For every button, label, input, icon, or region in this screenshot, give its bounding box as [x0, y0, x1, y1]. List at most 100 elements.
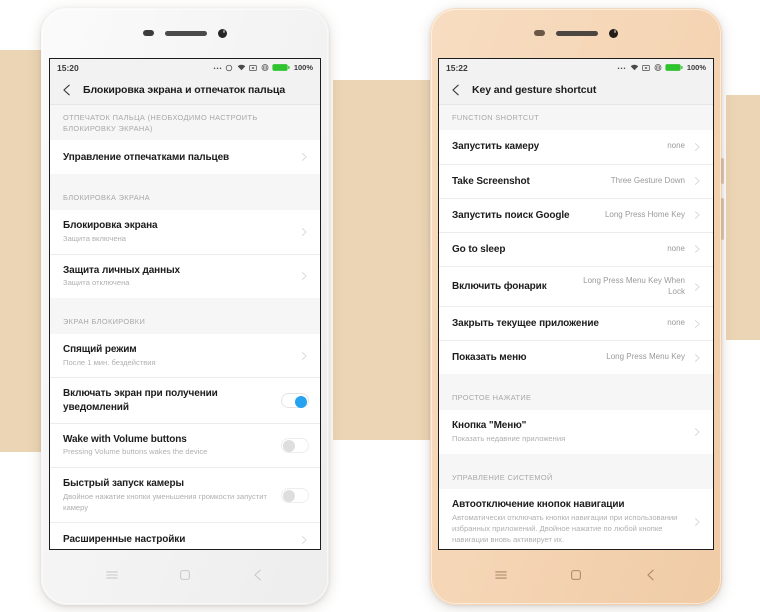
settings-row[interactable]: Запустить камеру none [439, 129, 713, 164]
chevron-right-icon [695, 211, 700, 220]
status-bar-right: 15:22 100% [439, 59, 713, 76]
settings-row[interactable]: Управление отпечатками пальцев [50, 140, 320, 175]
battery-percent-label: 100% [686, 63, 706, 72]
settings-row[interactable]: Показать меню Long Press Menu Key [439, 340, 713, 375]
home-icon[interactable] [569, 568, 583, 587]
earpiece-speaker-icon [556, 30, 598, 36]
settings-row[interactable]: Спящий режим После 1 мин. бездействия [50, 333, 320, 378]
status-time: 15:20 [57, 62, 79, 73]
vibrate-icon [261, 64, 269, 71]
settings-row[interactable]: Кнопка "Меню" Показать недавние приложени… [439, 410, 713, 454]
section-header: FUNCTION SHORTCUT [439, 105, 713, 130]
row-text-block: Расширенные настройки [63, 533, 292, 546]
row-title: Включить фонарик [452, 280, 547, 292]
settings-list-right[interactable]: FUNCTION SHORTCUT Запустить камеру none Tak… [439, 105, 713, 549]
row-text-block: Быстрый запуск камеры Двойное нажатие кно… [63, 477, 273, 513]
row-title: Take Screenshot [452, 175, 530, 187]
row-value: none [667, 318, 685, 328]
row-title: Управление отпечатками пальцев [63, 151, 230, 163]
section-header: ЭКРАН БЛОКИРОВКИ [50, 309, 320, 334]
chevron-right-icon [695, 282, 700, 291]
home-icon[interactable] [178, 568, 192, 587]
section-spacer [50, 174, 320, 186]
title-bar-right: Key and gesture shortcut [439, 76, 713, 105]
row-value: Long Press Home Key [604, 209, 685, 219]
row-title: Закрыть текущее приложение [452, 318, 599, 330]
row-text-block: Закрыть текущее приложение [452, 317, 659, 330]
menu-icon[interactable] [105, 568, 119, 587]
chevron-left-icon[interactable] [60, 83, 74, 97]
phone-screen-right: 15:22 100% Key and gesture shortcut FUNC… [438, 58, 714, 550]
row-title: Автоотключение кнопок навигации [452, 499, 625, 511]
background-panel-middle [333, 80, 433, 440]
settings-list-left[interactable]: ОТПЕЧАТОК ПАЛЬЦА (НЕОБХОДИМО НАСТРОИТЬ Б… [50, 105, 320, 549]
back-icon[interactable] [644, 568, 658, 587]
status-icons-group: 100% [213, 63, 313, 72]
settings-row[interactable]: Wake with Volume buttons Pressing Volume … [50, 422, 320, 468]
volume-button[interactable] [721, 158, 724, 184]
menu-icon[interactable] [494, 568, 508, 587]
settings-row[interactable]: Take Screenshot Three Gesture Down [439, 163, 713, 198]
row-subtitle: Показать недавние приложения [452, 433, 566, 443]
navigation-bar-left [41, 550, 329, 605]
settings-group: Автоотключение кнопок навигации Автоматич… [439, 489, 713, 549]
section-header: ПРОСТОЕ НАЖАТИЕ [439, 385, 713, 411]
phone-bezel-top-right [430, 8, 722, 58]
phone-bezel-top-left [41, 8, 329, 58]
section-header: БЛОКИРОВКА ЭКРАНА [50, 185, 320, 211]
phone-device-left: 15:20 100% Блокировка экрана и отпечаток… [41, 8, 329, 605]
settings-row[interactable]: Включить фонарик Long Press Menu Key When… [439, 265, 713, 307]
row-value: Long Press Menu Key [606, 352, 685, 362]
row-value: none [667, 141, 685, 151]
row-title: Wake with Volume buttons [63, 433, 187, 445]
row-text-block: Включить фонарик [452, 280, 567, 293]
toggle-knob [283, 440, 295, 453]
row-value: Three Gesture Down [610, 175, 685, 185]
row-title: Защита личных данных [63, 264, 180, 276]
battery-percent-label: 100% [293, 63, 313, 72]
row-value: none [667, 243, 685, 253]
earpiece-speaker-icon [165, 30, 207, 36]
row-text-block: Take Screenshot [452, 175, 603, 188]
settings-row[interactable]: Расширенные настройки [50, 522, 320, 549]
settings-row[interactable]: Включать экран при получении уведомлений [50, 377, 320, 423]
chevron-right-icon [695, 177, 700, 186]
toggle-switch[interactable] [281, 393, 309, 409]
section-spacer [439, 374, 713, 386]
row-text-block: Автоотключение кнопок навигации Автоматич… [452, 498, 685, 545]
toggle-switch[interactable] [281, 487, 309, 503]
settings-row[interactable]: Go to sleep none [439, 231, 713, 266]
row-title: Включать экран при получении уведомлений [63, 388, 218, 413]
settings-group: Управление отпечатками пальцев [50, 140, 320, 175]
row-title: Быстрый запуск камеры [63, 478, 184, 490]
row-title: Go to sleep [452, 243, 506, 255]
section-spacer [439, 453, 713, 465]
settings-row[interactable]: Запустить поиск Google Long Press Home Ke… [439, 197, 713, 232]
row-subtitle: Защита отключена [63, 278, 130, 288]
chevron-right-icon [695, 517, 700, 526]
battery-icon [272, 64, 290, 71]
row-subtitle: Защита включена [63, 233, 127, 243]
settings-row[interactable]: Защита личных данных Защита отключена [50, 253, 320, 299]
background-panel-right [726, 95, 760, 340]
status-bar-left: 15:20 100% [50, 59, 320, 76]
row-title: Кнопка "Меню" [452, 420, 527, 432]
chevron-right-icon [302, 228, 307, 236]
section-spacer [50, 298, 320, 310]
settings-row[interactable]: Быстрый запуск камеры Двойное нажатие кно… [50, 467, 320, 523]
chevron-right-icon [695, 245, 700, 254]
chevron-left-icon[interactable] [449, 83, 463, 97]
settings-group: Запустить камеру none Take Screenshot Three… [439, 129, 713, 375]
settings-row[interactable]: Автоотключение кнопок навигации Автоматич… [439, 489, 713, 549]
battery-icon [665, 64, 683, 71]
settings-row[interactable]: Блокировка экрана Защита включена [50, 210, 320, 254]
settings-row[interactable]: Закрыть текущее приложение none [439, 306, 713, 341]
toggle-switch[interactable] [281, 437, 309, 453]
row-title: Спящий режим [63, 343, 137, 355]
power-button[interactable] [721, 198, 724, 240]
back-icon[interactable] [251, 568, 265, 587]
row-text-block: Управление отпечатками пальцев [63, 151, 292, 164]
row-title: Блокировка экрана [63, 220, 158, 232]
chevron-right-icon [302, 536, 307, 544]
chevron-right-icon [302, 153, 307, 162]
